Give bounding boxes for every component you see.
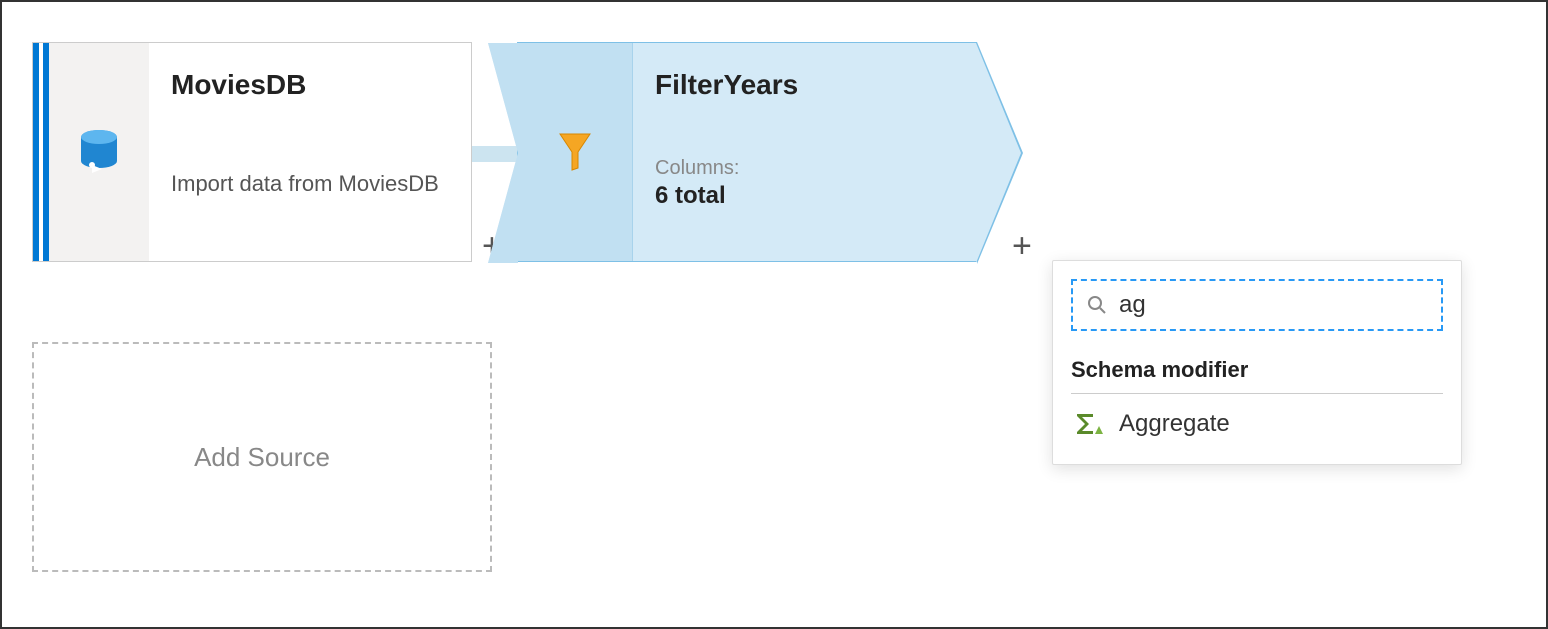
sigma-icon [1075, 412, 1103, 436]
result-item-aggregate[interactable]: Aggregate [1071, 394, 1443, 442]
filter-meta-value: 6 total [655, 182, 954, 210]
section-title: Schema modifier [1071, 357, 1443, 394]
search-icon [1087, 295, 1107, 315]
transform-picker-popup: Schema modifier Aggregate [1052, 260, 1462, 465]
source-body: MoviesDB Import data from MoviesDB [149, 43, 471, 261]
dataflow-canvas[interactable]: MoviesDB Import data from MoviesDB + Fil… [2, 2, 1546, 627]
filter-node-filteryears[interactable]: FilterYears Columns: 6 total [517, 42, 977, 262]
filter-title: FilterYears [655, 69, 954, 101]
filter-meta-label: Columns: [655, 157, 954, 180]
add-source-label: Add Source [194, 442, 330, 473]
source-description: Import data from MoviesDB [171, 171, 449, 197]
database-icon [78, 129, 120, 175]
add-transform-button[interactable]: + [1012, 227, 1032, 266]
filter-body: FilterYears Columns: 6 total [633, 43, 976, 261]
source-node-moviesdb[interactable]: MoviesDB Import data from MoviesDB [32, 42, 472, 262]
source-title: MoviesDB [171, 69, 449, 101]
filter-icon-col [518, 43, 633, 261]
search-box[interactable] [1071, 279, 1443, 331]
source-icon-col [49, 43, 149, 261]
search-input[interactable] [1119, 291, 1427, 319]
add-source-button[interactable]: Add Source [32, 342, 492, 572]
result-label: Aggregate [1119, 410, 1230, 438]
funnel-icon [558, 132, 592, 172]
